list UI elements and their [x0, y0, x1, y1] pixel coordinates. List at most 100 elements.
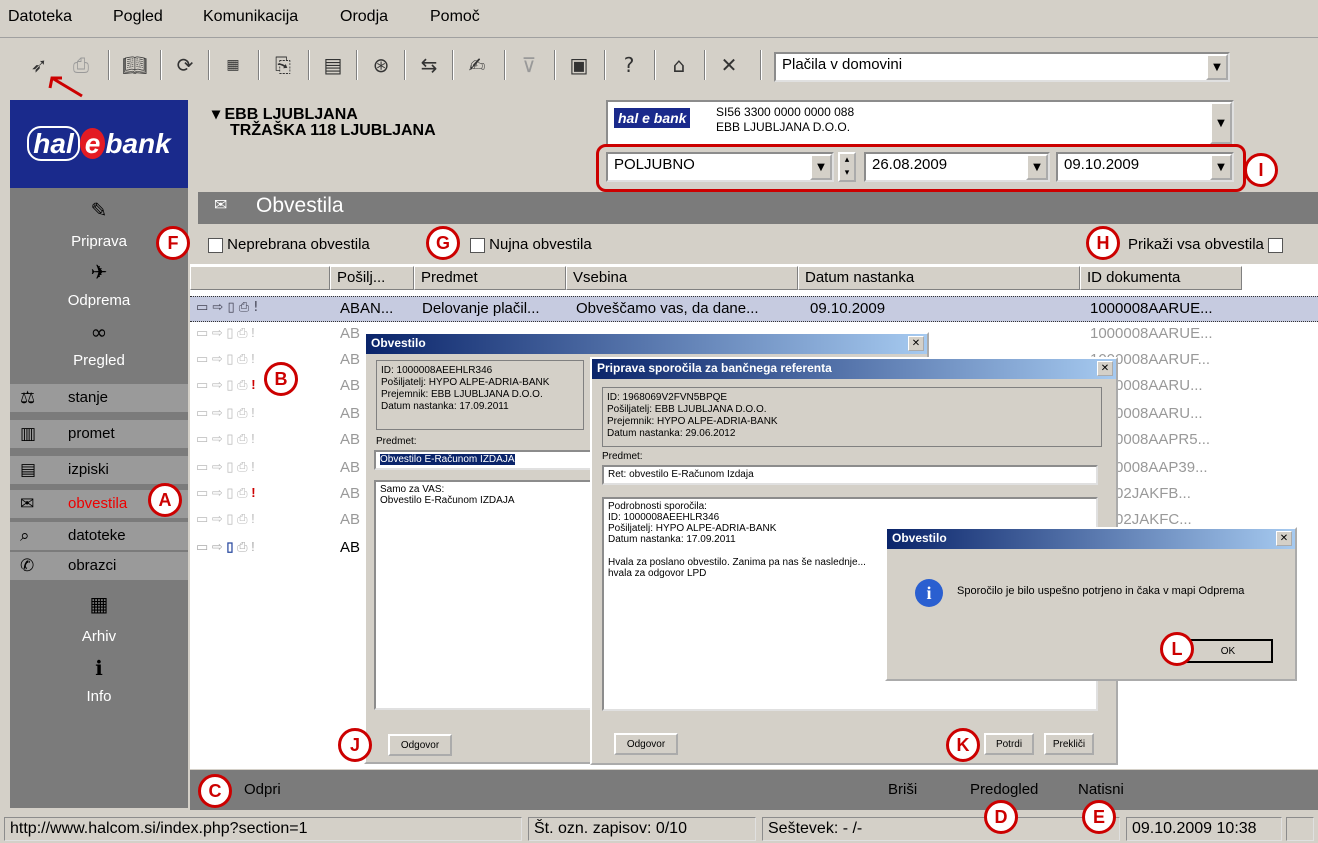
dialog-priprava-title: Priprava sporočila za bančnega referenta…: [592, 359, 1116, 379]
book-icon[interactable]: 📖︎: [118, 48, 152, 82]
filter-show-all[interactable]: Prikaži vsa obvestila: [1128, 236, 1284, 253]
cancel-button[interactable]: Prekliči: [1044, 733, 1094, 755]
form-icon[interactable]: ▤: [316, 48, 350, 82]
chevron-down-icon[interactable]: ▼: [1210, 102, 1232, 144]
menu-pomoc[interactable]: Pomoč: [430, 8, 480, 26]
column-subject[interactable]: Predmet: [414, 266, 566, 290]
toolbar: ➶ ⎙ 📖︎ ⟳ ▦ ⎘ ▤ ⊛ ⇆ ✍ ⊽ ▣ ? ⌂ ✕ Plačila v…: [0, 38, 1318, 98]
table-row[interactable]: ▭ ⇨ ▯ ⎙ ! ABAN... Delovanje plačil... Ob…: [190, 296, 1318, 322]
dialog-confirmation: Obvestilo ✕ i Sporočilo je bilo uspešno p…: [885, 527, 1297, 681]
binary-icon[interactable]: ▦: [216, 48, 250, 82]
nav-odprema[interactable]: Odprema: [10, 292, 188, 309]
column-sender[interactable]: Pošilj...: [330, 266, 414, 290]
arhiv-icon[interactable]: ▦: [10, 592, 188, 616]
reply-button[interactable]: Odgovor: [388, 734, 452, 756]
dialog1-subject-field[interactable]: Obvestilo E-Računom IZDAJA: [374, 450, 592, 470]
dialog1-meta: ID: 1000008AEEHLR346 Pošiljatelj: HYPO AL…: [376, 360, 584, 430]
row-icons: ▭ ⇨ ▯ ⎙ !: [196, 300, 259, 315]
checkbox-unread[interactable]: [208, 237, 223, 253]
logo-text: hal e bank: [27, 126, 171, 161]
datoteke-icon: ⌕: [20, 526, 30, 546]
payment-type-select[interactable]: Plačila v domovini ▼: [774, 52, 1230, 82]
status-extra: [1286, 817, 1314, 841]
row-icons: ▭ ⇨ ▯ ⎙ !: [196, 431, 255, 446]
period-select[interactable]: POLJUBNO ▼: [606, 152, 834, 182]
callout-d: D: [984, 800, 1018, 834]
preview-button[interactable]: Predogled: [970, 781, 1038, 798]
nav-izpiski[interactable]: ▤ izpiski: [10, 456, 188, 484]
stamp-icon[interactable]: ⎘: [266, 48, 300, 82]
help-icon[interactable]: ?: [612, 48, 646, 82]
status-bar: http://www.halcom.si/index.php?section=1…: [0, 812, 1318, 843]
menu-bar: Datoteka Pogled Komunikacija Orodja Pomo…: [0, 0, 1318, 38]
pregled-icon[interactable]: ∞: [10, 320, 188, 344]
calculator-icon[interactable]: ▣: [562, 48, 596, 82]
status-sum: Seštevek: - /-: [762, 817, 1120, 841]
currency-icon[interactable]: ⊛: [364, 48, 398, 82]
filter-urgent[interactable]: Nujna obvestila: [470, 236, 592, 253]
halebank-logo: hal e bank: [10, 100, 188, 188]
close-icon[interactable]: ✕: [712, 48, 746, 82]
nav-pregled[interactable]: Pregled: [10, 352, 188, 369]
menu-datoteka[interactable]: Datoteka: [8, 8, 72, 26]
column-content[interactable]: Vsebina: [566, 266, 798, 290]
close-icon[interactable]: ✕: [1097, 361, 1113, 376]
row-icons: ▭ ⇨ ▯ ⎙ !: [196, 539, 255, 554]
row-icons: ▭ ⇨ ▯ ⎙ !: [196, 325, 255, 340]
column-date[interactable]: Datum nastanka: [798, 266, 1080, 290]
dialog2-subject-label: Predmet:: [602, 451, 643, 462]
filter-unread[interactable]: Neprebrana obvestila: [208, 236, 370, 253]
filter-icon[interactable]: ⊽: [512, 48, 546, 82]
chevron-down-icon[interactable]: ▼: [810, 154, 832, 180]
nav-promet[interactable]: ▥ promet: [10, 420, 188, 448]
edit-icon[interactable]: ✍: [460, 48, 494, 82]
confirm-button[interactable]: Potrdi: [984, 733, 1034, 755]
column-id[interactable]: ID dokumenta: [1080, 266, 1242, 290]
nav-datoteke[interactable]: ⌕ datoteke: [10, 522, 188, 550]
checkbox-show-all[interactable]: [1268, 237, 1284, 253]
bank-name: ▾ EBB LJUBLJANA: [212, 106, 358, 123]
chevron-down-icon[interactable]: ▼: [1210, 154, 1232, 180]
menu-pogled[interactable]: Pogled: [113, 8, 163, 26]
priprava-icon[interactable]: ✎: [10, 198, 188, 222]
row-icons: ▭ ⇨ ▯ ⎙ !: [196, 405, 255, 420]
menu-orodja[interactable]: Orodja: [340, 8, 388, 26]
open-button[interactable]: Odpri: [244, 781, 281, 798]
arrow-pointer-icon: [48, 76, 83, 98]
callout-l: L: [1160, 632, 1194, 666]
print-button[interactable]: Natisni: [1078, 781, 1124, 798]
ok-button[interactable]: OK: [1183, 639, 1273, 663]
odprema-icon[interactable]: ✈: [10, 260, 188, 284]
close-icon[interactable]: ✕: [1276, 531, 1292, 546]
callout-b: B: [264, 362, 298, 396]
dialog-obvestilo-title: Obvestilo ✕: [366, 334, 927, 354]
dialog2-subject-field[interactable]: Ret: obvestilo E-Računom Izdaja: [602, 465, 1098, 485]
transfer-icon[interactable]: ⇆: [412, 48, 446, 82]
spinner-icon[interactable]: ▴ ▾: [838, 152, 856, 182]
obvestila-icon: ✉: [20, 494, 35, 514]
close-icon[interactable]: ✕: [908, 336, 924, 351]
stanje-icon: ⚖: [20, 388, 36, 408]
bank-address: TRŽAŠKA 118 LJUBLJANA: [230, 122, 436, 139]
delete-button[interactable]: Briši: [888, 781, 917, 798]
nav-stanje[interactable]: ⚖ stanje: [10, 384, 188, 412]
info-icon[interactable]: ℹ: [10, 656, 188, 680]
hat-icon[interactable]: ⌂: [662, 48, 696, 82]
nav-arhiv[interactable]: Arhiv: [10, 628, 188, 645]
callout-c: C: [198, 774, 232, 808]
dialog2-meta: ID: 1968069V2FVN5BPQE Pošiljatelj: EBB LJ…: [602, 387, 1102, 447]
checkbox-urgent[interactable]: [470, 237, 485, 253]
account-select[interactable]: hal e bank SI56 3300 0000 0000 088 EBB L…: [606, 100, 1234, 146]
reply-button[interactable]: Odgovor: [614, 733, 678, 755]
date-from-select[interactable]: 26.08.2009 ▼: [864, 152, 1050, 182]
nav-obrazci[interactable]: ✆ obrazci: [10, 552, 188, 580]
date-to-select[interactable]: 09.10.2009 ▼: [1056, 152, 1234, 182]
callout-f: F: [156, 226, 190, 260]
callout-h: H: [1086, 226, 1120, 260]
izpiski-icon: ▤: [20, 460, 37, 480]
chevron-down-icon[interactable]: ▼: [1026, 154, 1048, 180]
chevron-down-icon[interactable]: ▼: [1206, 54, 1228, 80]
menu-komunikacija[interactable]: Komunikacija: [203, 8, 298, 26]
nav-info[interactable]: Info: [10, 688, 188, 705]
refresh-icon[interactable]: ⟳: [168, 48, 202, 82]
